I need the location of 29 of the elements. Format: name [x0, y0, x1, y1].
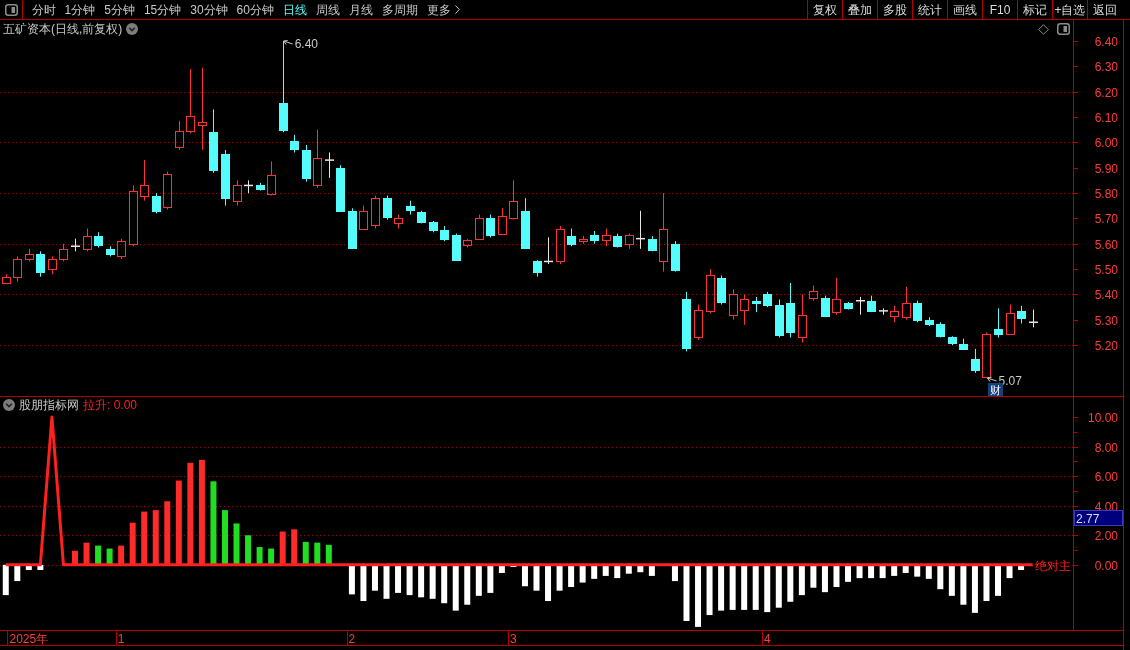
axis-label: 0.00	[1094, 559, 1118, 573]
date-label: 1	[117, 632, 125, 646]
axis-label: 5.20	[1094, 339, 1118, 353]
date-label: 4	[763, 632, 771, 646]
date-label: 2025年	[9, 632, 49, 646]
axis-label: 5.70	[1094, 212, 1118, 226]
indicator-title: 股朋指标网	[19, 399, 79, 411]
axis-label: 5.60	[1094, 238, 1118, 252]
axis-label: 6.30	[1094, 60, 1118, 74]
axis-label: 6.10	[1094, 111, 1118, 125]
indicator-label: 绝对主	[1034, 558, 1071, 573]
axis-label: 6.40	[1094, 35, 1118, 49]
axis-label: 6.00	[1094, 470, 1118, 484]
date-label: 2	[348, 632, 356, 646]
axis-label: 5.30	[1094, 314, 1118, 328]
axis-label: 5.50	[1094, 263, 1118, 277]
axis-label: 5.40	[1094, 288, 1118, 302]
date-label: 3	[510, 632, 517, 646]
axis-label: 6.00	[1094, 136, 1118, 150]
chart-title: 五矿资本(日线,前复权)	[3, 23, 123, 35]
indicator-legend: 拉升: 0.00	[83, 399, 138, 411]
axis-label: 6.20	[1094, 86, 1118, 100]
axis-label: 5.90	[1094, 162, 1118, 176]
axis-label: 5.80	[1094, 187, 1118, 201]
axis-label: 8.00	[1094, 441, 1118, 455]
value-marker: 2.77	[1074, 510, 1123, 526]
axis-label: 2.00	[1094, 529, 1118, 543]
axis-label: 10.00	[1087, 411, 1118, 425]
price-label: 6.40	[294, 37, 319, 52]
